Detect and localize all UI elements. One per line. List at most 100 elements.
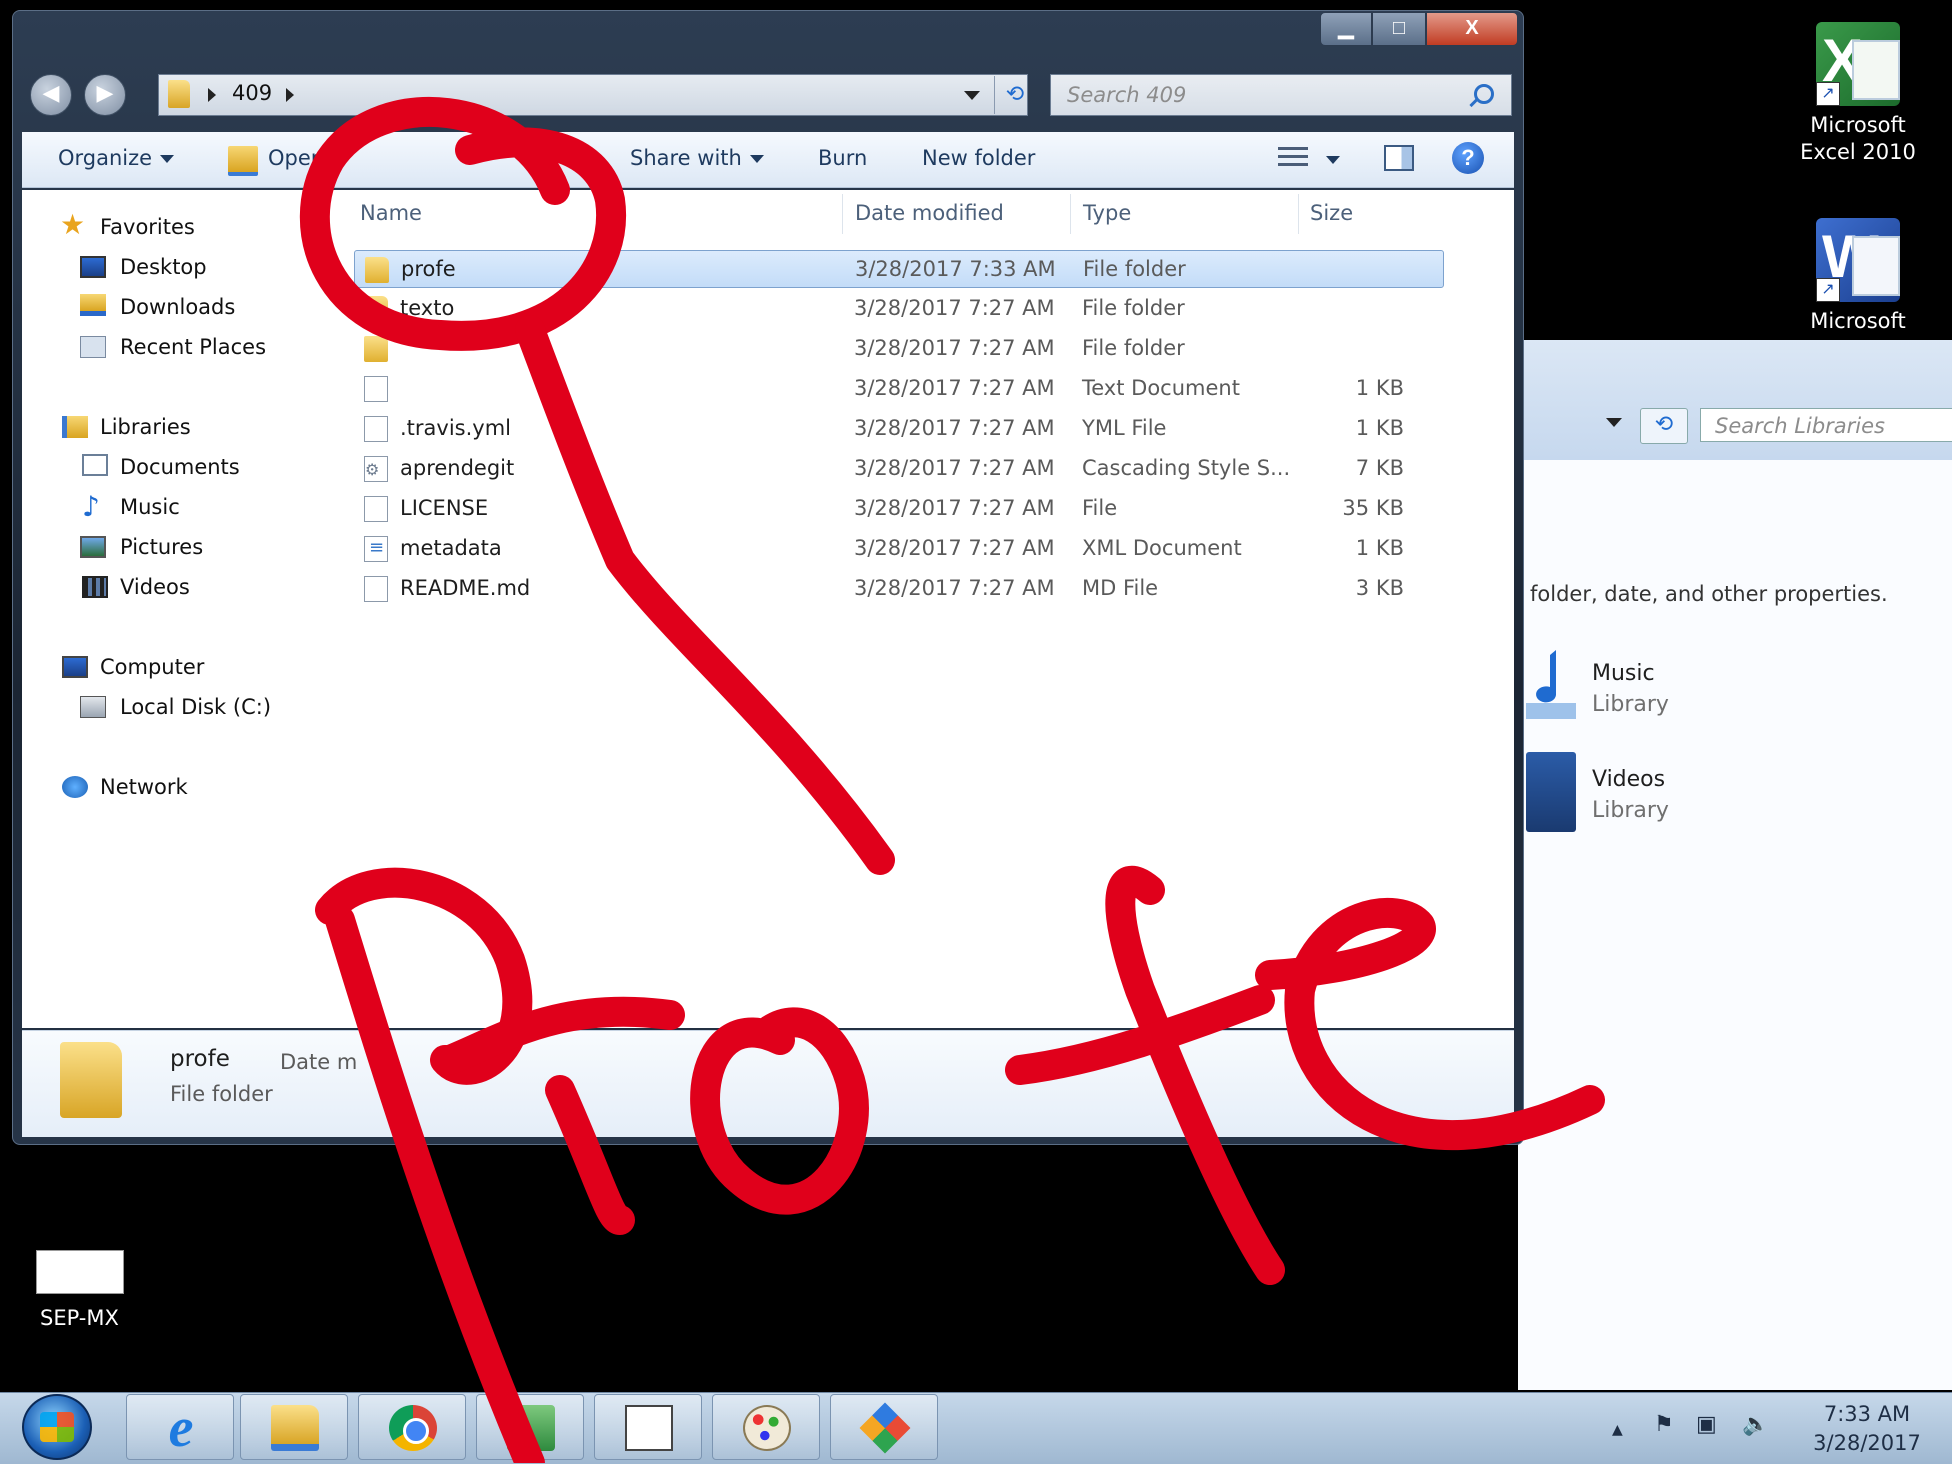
taskbar-git[interactable] (830, 1394, 938, 1460)
music-library-item[interactable]: Music Library (1592, 658, 1669, 720)
app-icon (507, 1405, 555, 1451)
minimize-button[interactable]: ▁ (1320, 12, 1372, 46)
show-hidden-icons-button[interactable]: ▲ (1612, 1422, 1623, 1438)
file-row[interactable]: README.md 3/28/2017 7:27 AM MD File 3 KB (354, 570, 1444, 608)
pictures-icon (80, 536, 106, 558)
nav-downloads[interactable]: Downloads (120, 293, 235, 321)
action-center-flag-icon[interactable]: ⚑ (1654, 1412, 1674, 1437)
file-row[interactable]: 3/28/2017 7:27 AM File folder (354, 330, 1444, 368)
back-button[interactable]: ◀ (30, 74, 72, 116)
file-size: 1 KB (1355, 416, 1404, 440)
file-type: YML File (1082, 416, 1167, 440)
refresh-button[interactable]: ⟲ (994, 76, 1035, 114)
file-row[interactable]: aprendegit 3/28/2017 7:27 AM Cascading Sty… (354, 450, 1444, 488)
nav-recent-places[interactable]: Recent Places (120, 333, 266, 361)
taskbar-windows-explorer[interactable] (240, 1394, 348, 1460)
column-header-date[interactable]: Date modified (855, 201, 1004, 225)
breadcrumb-arrow-icon[interactable] (208, 88, 216, 102)
videos-library-item[interactable]: Videos Library (1592, 764, 1669, 826)
column-divider[interactable] (1298, 194, 1299, 234)
taskbar-clock[interactable]: 7:33 AM 3/28/2017 (1792, 1400, 1942, 1458)
column-header-size[interactable]: Size (1310, 201, 1353, 225)
nav-favorites[interactable]: Favorites (100, 213, 195, 241)
file-size: 1 KB (1355, 536, 1404, 560)
sep-mx-label[interactable]: SEP-MX (40, 1306, 119, 1330)
volume-icon[interactable]: 🔈 (1742, 1412, 1769, 1437)
file-name: LICENSE (400, 496, 489, 520)
sep-mx-icon[interactable] (36, 1250, 124, 1294)
file-row[interactable]: metadata 3/28/2017 7:27 AM XML Document 1 K… (354, 530, 1444, 568)
search-input[interactable]: Search 409 (1050, 74, 1512, 116)
computer-icon (62, 656, 88, 678)
file-date: 3/28/2017 7:33 AM (855, 257, 1056, 281)
file-date: 3/28/2017 7:27 AM (854, 376, 1055, 400)
breadcrumb-folder[interactable]: 409 (232, 81, 272, 105)
file-name: .travis.yml (400, 416, 512, 440)
preview-pane-icon[interactable] (1384, 145, 1414, 171)
nav-videos[interactable]: Videos (120, 573, 190, 601)
text-file-icon (364, 376, 388, 402)
word-label-line1: Microsoft (1810, 309, 1906, 333)
chevron-down-icon (160, 155, 175, 163)
help-icon[interactable]: ? (1452, 142, 1484, 174)
nav-pictures[interactable]: Pictures (120, 533, 203, 561)
change-view-icon[interactable] (1278, 147, 1308, 169)
close-button[interactable]: X (1426, 12, 1518, 46)
file-type: MD File (1082, 576, 1159, 600)
taskbar-app[interactable] (476, 1394, 584, 1460)
new-folder-button[interactable]: New folder (922, 146, 1035, 170)
open-button[interactable]: Open (268, 146, 324, 170)
column-divider[interactable] (1070, 194, 1071, 234)
taskbar-chrome[interactable] (358, 1394, 466, 1460)
excel-label-line1: Microsoft (1810, 113, 1906, 137)
taskbar-notepad[interactable] (594, 1394, 702, 1460)
organize-button[interactable]: Organize (58, 146, 175, 170)
libraries-address-dropdown-icon[interactable] (1606, 418, 1622, 427)
taskbar-paint[interactable] (712, 1394, 820, 1460)
file-type: File folder (1082, 336, 1185, 360)
nav-desktop[interactable]: Desktop (120, 253, 207, 281)
forward-button[interactable]: ▶ (84, 74, 126, 116)
windows-logo-icon (40, 1412, 74, 1442)
excel-desktop-icon[interactable]: X ↗ Microsoft Excel 2010 (1788, 22, 1928, 166)
libraries-window (1518, 340, 1952, 1390)
file-size: 35 KB (1342, 496, 1404, 520)
organize-label: Organize (58, 146, 153, 170)
file-row[interactable]: 3/28/2017 7:27 AM Text Document 1 KB (354, 370, 1444, 408)
file-row[interactable]: profe 3/28/2017 7:33 AM File folder (354, 250, 1444, 288)
libraries-search-input[interactable]: Search Libraries (1700, 408, 1952, 442)
file-row[interactable]: .travis.yml 3/28/2017 7:27 AM YML File 1 KB (354, 410, 1444, 448)
nav-local-disk[interactable]: Local Disk (C:) (120, 693, 271, 721)
taskbar-internet-explorer[interactable]: e (126, 1394, 234, 1460)
column-header-type[interactable]: Type (1083, 201, 1131, 225)
folder-icon (364, 296, 388, 322)
libraries-hint-text: folder, date, and other properties. (1530, 582, 1888, 606)
column-header-name[interactable]: Name (360, 201, 422, 225)
libraries-refresh-button[interactable]: ⟲ (1640, 408, 1688, 444)
nav-music[interactable]: Music (120, 493, 180, 521)
word-desktop-icon[interactable]: W ↗ Microsoft (1788, 218, 1928, 335)
network-tray-icon[interactable]: ▣ (1696, 1412, 1717, 1437)
git-icon (859, 1402, 911, 1454)
share-with-button[interactable]: Share with (630, 146, 764, 170)
burn-button[interactable]: Burn (818, 146, 867, 170)
column-divider[interactable] (842, 194, 843, 234)
chevron-down-icon[interactable] (1326, 156, 1340, 164)
search-icon[interactable] (1474, 84, 1494, 104)
file-date: 3/28/2017 7:27 AM (854, 336, 1055, 360)
address-dropdown-icon[interactable] (964, 91, 980, 100)
downloads-icon (80, 294, 106, 316)
file-name: aprendegit (400, 456, 515, 480)
nav-documents[interactable]: Documents (120, 453, 240, 481)
breadcrumb-arrow-icon[interactable] (286, 88, 294, 102)
file-row[interactable]: LICENSE 3/28/2017 7:27 AM File 35 KB (354, 490, 1444, 528)
file-name: profe (401, 257, 456, 281)
excel-label-line2: Excel 2010 (1800, 140, 1916, 164)
details-type: File folder (170, 1082, 273, 1106)
nav-libraries[interactable]: Libraries (100, 413, 191, 441)
maximize-button[interactable]: □ (1372, 12, 1426, 46)
file-date: 3/28/2017 7:27 AM (854, 536, 1055, 560)
nav-network[interactable]: Network (100, 773, 188, 801)
file-row[interactable]: texto 3/28/2017 7:27 AM File folder (354, 290, 1444, 328)
nav-computer[interactable]: Computer (100, 653, 204, 681)
